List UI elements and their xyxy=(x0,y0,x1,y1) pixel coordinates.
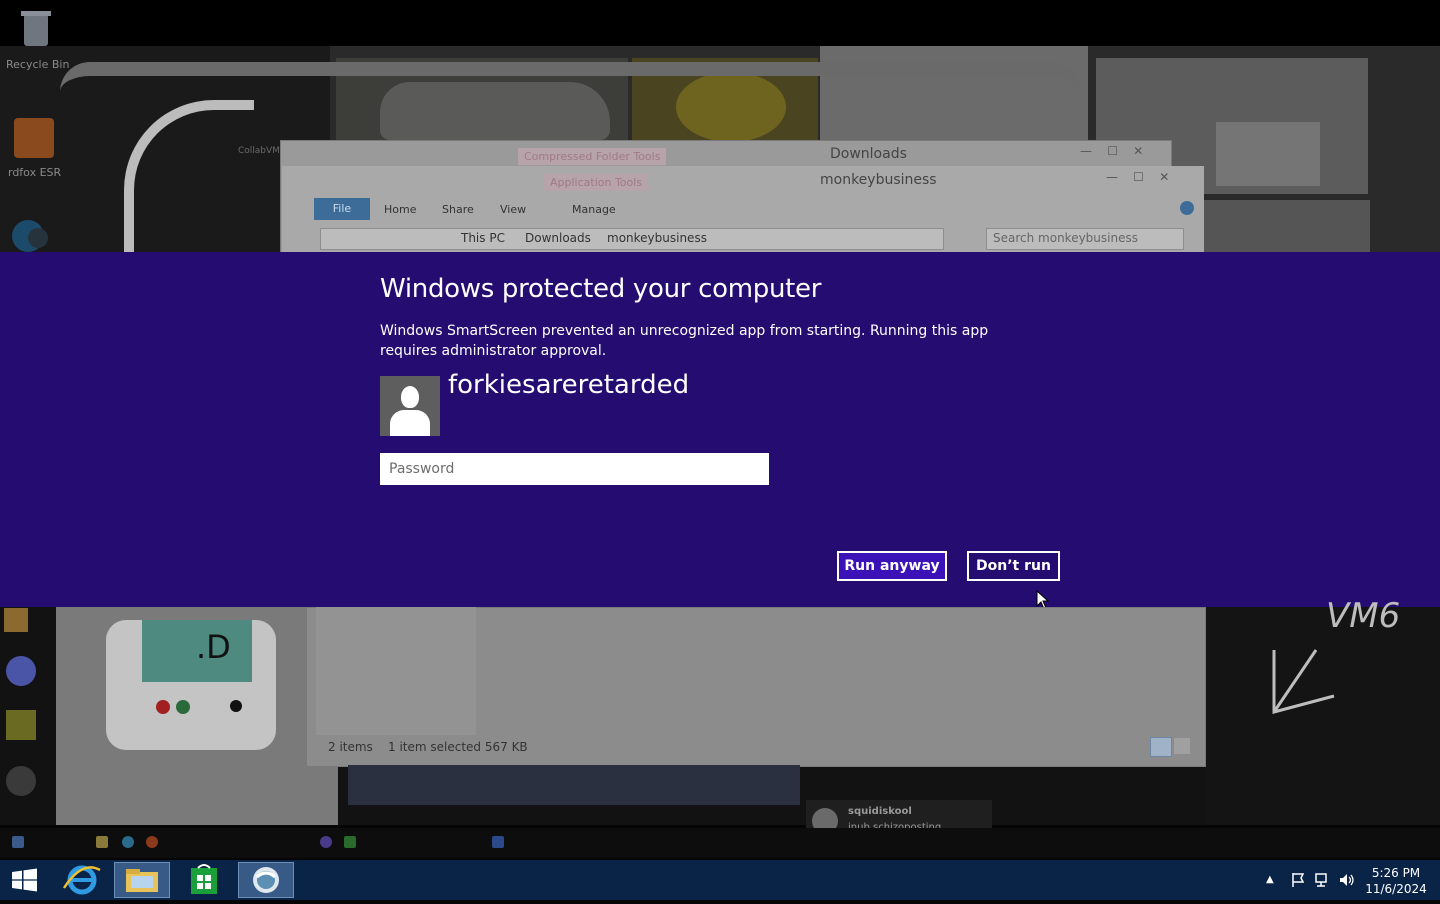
geometry-dash-icon[interactable] xyxy=(6,710,36,740)
ribbon-tab-file[interactable]: File xyxy=(314,198,370,220)
monkeybusiness-window-title: monkeybusiness xyxy=(820,172,937,188)
explorer-search-placeholder: Search monkeybusiness xyxy=(993,231,1138,245)
epic-games-icon[interactable] xyxy=(14,118,54,158)
internet-explorer-button[interactable] xyxy=(54,862,110,898)
status-selection: 1 item selected 567 KB xyxy=(388,740,528,754)
application-tools-tab[interactable]: Application Tools xyxy=(544,174,649,191)
smartscreen-dialog xyxy=(0,252,1440,607)
robot-black-light xyxy=(230,700,242,712)
user-avatar-icon xyxy=(380,376,440,436)
dont-run-button[interactable]: Don’t run xyxy=(967,551,1060,581)
avatar-head xyxy=(401,386,419,408)
inner-edge-icon xyxy=(122,836,134,848)
file-explorer-icon xyxy=(126,869,158,892)
explorer-navigation-pane xyxy=(316,607,476,735)
orb-app-icon xyxy=(253,867,279,893)
ribbon-tab-home[interactable]: Home xyxy=(384,203,416,216)
inner-xbox-icon xyxy=(344,836,356,848)
inner-discord-icon xyxy=(320,836,332,848)
run-anyway-button[interactable]: Run anyway xyxy=(837,551,947,581)
inner-taskbar xyxy=(0,828,1440,858)
help-icon[interactable] xyxy=(1180,201,1194,215)
clock-time: 5:26 PM xyxy=(1371,866,1421,880)
start-button[interactable] xyxy=(0,860,48,900)
wallpaper-note xyxy=(1216,122,1320,186)
recycle-bin-label: Recycle Bin xyxy=(6,58,70,71)
clock-date: 11/6/2024 xyxy=(1365,882,1427,896)
monkeybusiness-window-controls[interactable]: — ☐ ✕ xyxy=(1106,170,1202,186)
firefox-esr-label: rdfox ESR xyxy=(8,166,62,179)
inner-folder-icon xyxy=(96,836,108,848)
dialog-title: Windows protected your computer xyxy=(380,274,822,304)
ubisoft-connect-icon[interactable] xyxy=(6,766,36,796)
edge-icon[interactable] xyxy=(8,214,52,252)
details-view-icon[interactable] xyxy=(1150,737,1172,757)
desktop-top-strip xyxy=(0,0,1440,46)
downloads-window-controls[interactable]: — ☐ ✕ xyxy=(1080,144,1170,160)
inner-app-icon xyxy=(492,836,504,848)
desktop-icon-app[interactable] xyxy=(4,608,28,632)
explorer-search-input[interactable]: Search monkeybusiness xyxy=(986,228,1184,250)
downloads-window-title: Downloads xyxy=(830,146,907,162)
volume-icon[interactable] xyxy=(1338,872,1356,888)
discord-icon[interactable] xyxy=(6,656,36,686)
inner-firefox-icon xyxy=(146,836,158,848)
store-button[interactable] xyxy=(176,862,232,898)
robot-face-text: .D xyxy=(196,628,231,666)
address-bar[interactable]: This PC Downloads monkeybusiness xyxy=(320,228,944,250)
orb-app-button[interactable] xyxy=(238,862,294,898)
breadcrumb-downloads[interactable]: Downloads xyxy=(525,231,591,245)
robot-green-light xyxy=(176,700,190,714)
network-icon[interactable] xyxy=(1314,872,1330,888)
drawn-arrow-icon xyxy=(1266,640,1346,720)
compressed-folder-tools-tab[interactable]: Compressed Folder Tools xyxy=(518,148,667,165)
notification-user: squidiskool xyxy=(848,806,912,817)
ribbon-tab-share[interactable]: Share xyxy=(442,203,474,216)
dialog-message: Windows SmartScreen prevented an unrecog… xyxy=(380,323,989,359)
password-field[interactable] xyxy=(380,453,769,485)
taskbar-clock[interactable]: 5:26 PM 11/6/2024 xyxy=(1360,865,1432,897)
breadcrumb-monkeybusiness[interactable]: monkeybusiness xyxy=(607,231,707,245)
inner-start-icon xyxy=(12,836,24,848)
ribbon-tab-manage[interactable]: Manage xyxy=(572,203,616,216)
internet-explorer-icon xyxy=(62,865,101,895)
recycle-bin-icon[interactable] xyxy=(16,8,56,50)
show-hidden-icons-icon[interactable]: ▲ xyxy=(1266,874,1274,885)
breadcrumb-this-pc[interactable]: This PC xyxy=(461,231,505,245)
action-center-flag-icon[interactable] xyxy=(1290,872,1306,888)
windows-start-icon xyxy=(12,868,37,892)
status-item-count: 2 items xyxy=(328,740,373,754)
vm-label: VM6 xyxy=(1326,596,1401,636)
admin-username: forkiesareretarded xyxy=(448,370,690,400)
file-explorer-button[interactable] xyxy=(114,862,170,898)
large-icons-view-icon[interactable] xyxy=(1174,738,1190,754)
avatar-body xyxy=(390,410,430,436)
collabvm-label: CollabVM xyxy=(238,146,280,156)
store-icon xyxy=(191,864,217,894)
robot-red-light xyxy=(156,700,170,714)
wallpaper-cars-strip xyxy=(348,765,800,805)
ribbon-tab-view[interactable]: View xyxy=(500,203,526,216)
wallpaper-right-image xyxy=(1200,200,1370,252)
